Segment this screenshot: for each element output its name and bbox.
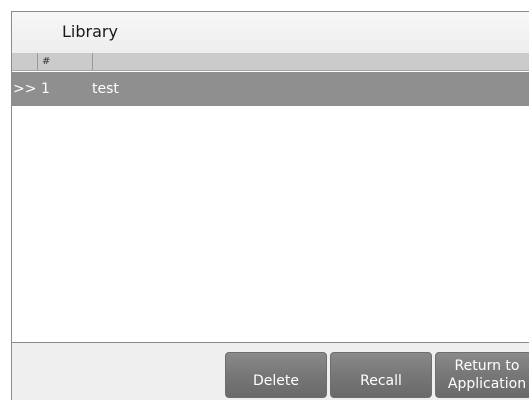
title-bar: Library (12, 12, 529, 54)
return-button-label-line1: Return to (454, 358, 520, 374)
return-to-application-button[interactable]: Return to Application (435, 352, 529, 398)
column-header-selection (12, 53, 38, 70)
row-name: test (92, 81, 119, 97)
return-button-label-line2: Application (447, 376, 527, 392)
column-header-row: # (12, 53, 529, 71)
recall-button-label: Recall (360, 373, 402, 389)
column-header-number: # (38, 53, 93, 70)
library-screen: Library # >> 1 test Delete Recall Return… (0, 0, 529, 400)
return-button-label: Return to Application (448, 357, 526, 393)
row-selection-marker: >> (13, 81, 37, 97)
delete-button-label: Delete (253, 373, 299, 389)
delete-button[interactable]: Delete (225, 352, 327, 398)
library-panel: Library # >> 1 test Delete Recall Return… (11, 11, 529, 400)
button-bar: Delete Recall Return to Application (12, 343, 529, 400)
recall-button[interactable]: Recall (330, 352, 432, 398)
column-header-name (93, 53, 529, 70)
page-title: Library (62, 22, 118, 41)
row-number: 1 (41, 81, 50, 97)
library-list[interactable]: # >> 1 test (12, 53, 529, 343)
table-row[interactable]: >> 1 test (12, 72, 529, 106)
